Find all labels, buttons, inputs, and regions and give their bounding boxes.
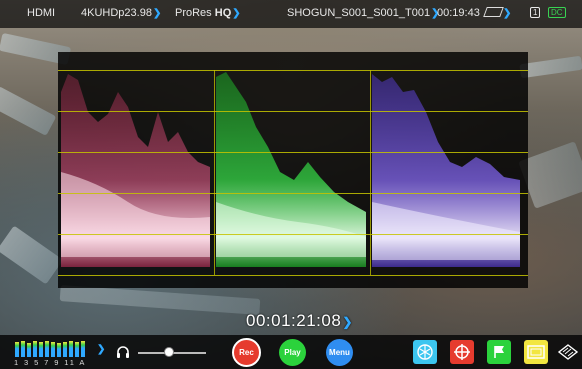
top-status-bar: HDMI 4KUHDp23.98❯ ProRes HQ❯ SHOGUN_S001…: [0, 0, 582, 28]
frame-guides-icon: [527, 345, 545, 359]
timecode-display[interactable]: 00:01:21:08❯: [246, 311, 353, 331]
audio-meter-bar: [81, 341, 85, 357]
graticule-line: [58, 111, 528, 112]
audio-meter-bar: [45, 341, 49, 357]
audio-meter-bar: [69, 341, 73, 357]
focus-peaking-button[interactable]: [413, 340, 437, 364]
filename-selector[interactable]: SHOGUN_S001_S001_T001❯: [287, 7, 439, 19]
disk-status[interactable]: ❯: [483, 7, 512, 19]
audio-meter-bar: [39, 342, 43, 357]
chevron-right-icon: ❯: [342, 315, 353, 329]
volume-slider-knob[interactable]: [163, 347, 174, 357]
graticule-line: [58, 234, 528, 235]
frame-guides-button[interactable]: [524, 340, 548, 364]
audio-meter-bar: [27, 343, 31, 357]
audio-channel-labels: 1 3 5 7 9 11 A: [14, 358, 87, 367]
crosshair-button[interactable]: [450, 340, 474, 364]
record-slot-indicator: 1: [530, 7, 541, 19]
boat-plank: [59, 285, 261, 315]
audio-meter-bar: [21, 341, 25, 357]
flag-button[interactable]: [487, 340, 511, 364]
codec-selector[interactable]: ProRes HQ❯: [175, 7, 241, 19]
chevron-right-icon: ❯: [152, 8, 162, 19]
graticule-line: [58, 70, 528, 71]
input-source[interactable]: HDMI: [27, 7, 55, 19]
ssd-icon: [483, 7, 504, 17]
flag-icon: [494, 346, 504, 358]
time-remaining: 00:19:43: [437, 7, 480, 19]
graticule-line: [58, 152, 528, 153]
graticule-line: [58, 193, 528, 194]
chevron-right-icon: ❯: [503, 8, 512, 19]
channel-divider: [214, 70, 215, 275]
rgb-parade-scope: [58, 52, 528, 288]
chevron-right-icon[interactable]: ❯: [97, 344, 105, 355]
boat-plank: [0, 86, 57, 136]
bottom-control-bar: 1 3 5 7 9 11 A ❯ Rec Play Menu: [0, 335, 582, 369]
audio-meter-bar: [57, 343, 61, 357]
headphones-icon[interactable]: [116, 345, 130, 359]
resolution-selector[interactable]: 4KUHDp23.98❯: [81, 7, 161, 19]
boat-plank: [0, 225, 64, 285]
channel-divider: [370, 70, 371, 275]
audio-meter-bar: [63, 342, 67, 357]
audio-meter-bar: [15, 342, 19, 357]
headphone-volume-slider[interactable]: [138, 347, 206, 357]
audio-meter-bar: [75, 342, 79, 357]
chevron-right-icon: ❯: [232, 8, 241, 19]
focus-peaking-icon: [417, 344, 433, 360]
boat-plank: [519, 55, 582, 79]
audio-meter-bar: [51, 342, 55, 357]
record-button[interactable]: Rec: [232, 338, 261, 367]
monitor-screen: HDMI 4KUHDp23.98❯ ProRes HQ❯ SHOGUN_S001…: [0, 0, 582, 369]
play-button[interactable]: Play: [279, 339, 306, 366]
graticule-line: [58, 275, 528, 276]
zebra-icon: [557, 344, 579, 360]
zebra-button[interactable]: [556, 340, 580, 364]
waveform-traces: [61, 72, 520, 267]
menu-button[interactable]: Menu: [326, 339, 353, 366]
crosshair-icon: [454, 344, 470, 360]
power-indicator: DC: [548, 7, 566, 19]
audio-meter-bar: [33, 341, 37, 357]
